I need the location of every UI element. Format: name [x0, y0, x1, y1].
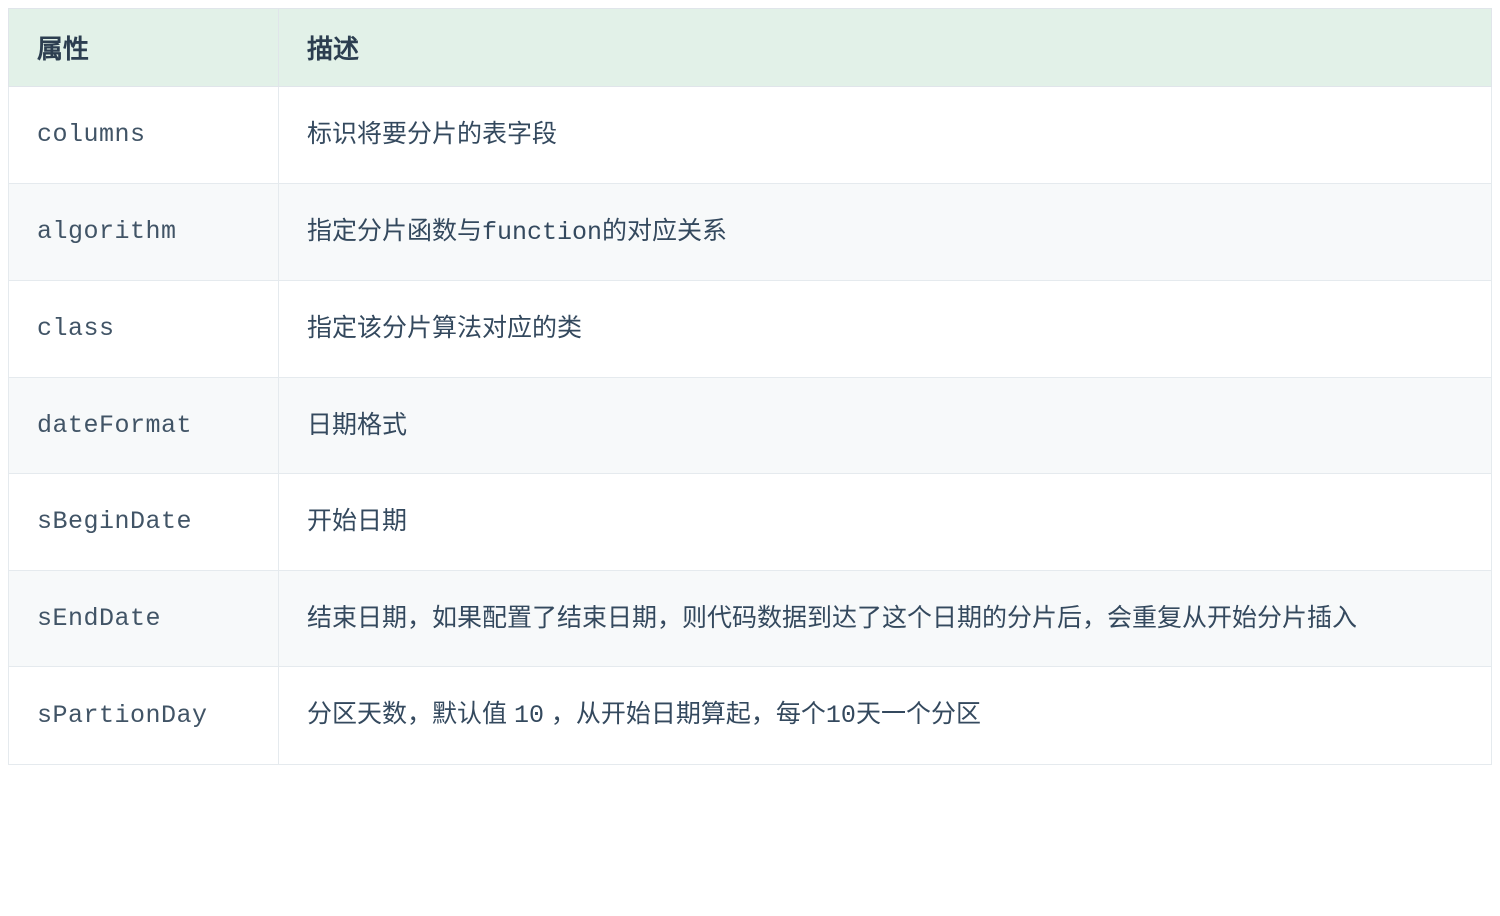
attribute-cell: dateFormat [9, 377, 279, 474]
table-row: sBeginDate 开始日期 [9, 474, 1492, 571]
description-cell: 分区天数，默认值 10 ，从开始日期算起，每个10天一个分区 [279, 667, 1492, 765]
description-cell: 指定分片函数与function的对应关系 [279, 183, 1492, 281]
text: 分区天数，默认值 [307, 700, 514, 728]
text: 指定分片函数与 [307, 217, 482, 245]
table-row: dateFormat 日期格式 [9, 377, 1492, 474]
attribute-cell: algorithm [9, 183, 279, 281]
text: 标识将要分片的表字段 [307, 120, 557, 148]
code-text: function [482, 218, 602, 247]
code-text: 10 [826, 701, 856, 730]
table-row: class 指定该分片算法对应的类 [9, 281, 1492, 378]
description-cell: 标识将要分片的表字段 [279, 87, 1492, 184]
text: 指定该分片算法对应的类 [307, 314, 582, 342]
description-cell: 日期格式 [279, 377, 1492, 474]
code-text: 10 [514, 701, 544, 730]
header-attribute: 属性 [9, 9, 279, 87]
table-header-row: 属性 描述 [9, 9, 1492, 87]
attribute-cell: sBeginDate [9, 474, 279, 571]
attribute-cell: sPartionDay [9, 667, 279, 765]
attribute-cell: sEndDate [9, 570, 279, 667]
table-row: columns 标识将要分片的表字段 [9, 87, 1492, 184]
text: 天一个分区 [856, 700, 981, 728]
text: 结束日期，如果配置了结束日期，则代码数据到达了这个日期的分片后，会重复从开始分片… [307, 604, 1357, 632]
description-cell: 结束日期，如果配置了结束日期，则代码数据到达了这个日期的分片后，会重复从开始分片… [279, 570, 1492, 667]
header-description: 描述 [279, 9, 1492, 87]
attribute-cell: class [9, 281, 279, 378]
text: 日期格式 [307, 411, 407, 439]
text: 的对应关系 [602, 217, 727, 245]
table-row: sEndDate 结束日期，如果配置了结束日期，则代码数据到达了这个日期的分片后，… [9, 570, 1492, 667]
attribute-cell: columns [9, 87, 279, 184]
text: 开始日期 [307, 507, 407, 535]
table-row: algorithm指定分片函数与function的对应关系 [9, 183, 1492, 281]
table-body: columns标识将要分片的表字段algorithm指定分片函数与functio… [9, 87, 1492, 765]
description-cell: 指定该分片算法对应的类 [279, 281, 1492, 378]
text: ，从开始日期算起，每个 [544, 700, 826, 728]
description-cell: 开始日期 [279, 474, 1492, 571]
properties-table: 属性 描述 columns标识将要分片的表字段algorithm指定分片函数与f… [8, 8, 1492, 765]
table-row: sPartionDay分区天数，默认值 10 ，从开始日期算起，每个10天一个分… [9, 667, 1492, 765]
